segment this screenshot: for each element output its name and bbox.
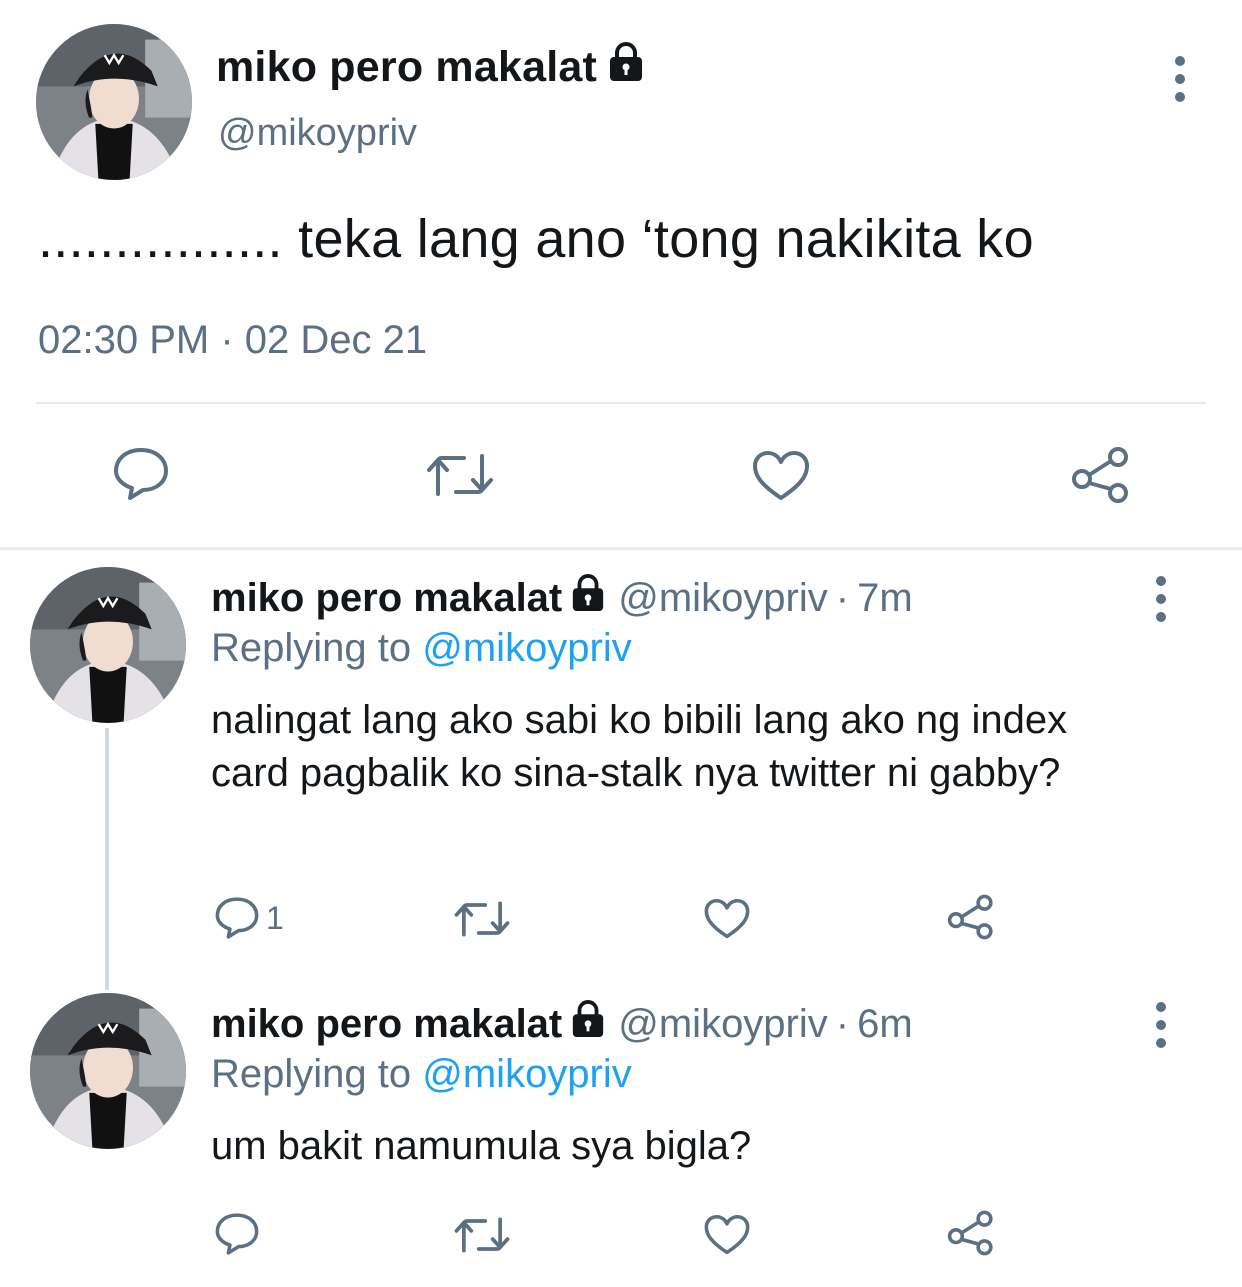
retweet-icon: [427, 454, 493, 496]
share-button[interactable]: [1070, 446, 1132, 504]
display-name[interactable]: miko pero makalat: [211, 1002, 562, 1047]
reply-count: 1: [266, 899, 284, 936]
handle[interactable]: @mikoypriv: [618, 1002, 828, 1047]
reply-icon: [215, 1213, 259, 1255]
more-options-icon[interactable]: [1153, 576, 1169, 630]
avatar[interactable]: [36, 24, 192, 180]
handle[interactable]: @mikoypriv: [218, 112, 417, 155]
more-options-icon[interactable]: [1153, 1002, 1169, 1056]
like-icon: [753, 451, 809, 500]
reply-button[interactable]: [214, 1212, 260, 1256]
share-button[interactable]: [946, 894, 996, 940]
reply-header: miko pero makalat @mikoypriv · 7m: [211, 574, 913, 622]
share-icon: [947, 1210, 993, 1256]
thread-line: [105, 728, 109, 990]
like-button[interactable]: [752, 450, 810, 502]
like-icon: [704, 1214, 750, 1255]
avatar[interactable]: [30, 567, 186, 723]
relative-time[interactable]: 7m: [857, 576, 913, 621]
reply-icon: [215, 897, 259, 939]
display-name[interactable]: miko pero makalat: [216, 42, 645, 93]
lock-icon: [570, 574, 606, 622]
separator: ·: [835, 1001, 850, 1046]
replying-to: Replying to @mikoypriv: [211, 626, 632, 670]
retweet-icon: [454, 1217, 510, 1253]
retweet-button[interactable]: [426, 450, 494, 500]
lock-icon: [607, 42, 645, 93]
mention-link[interactable]: @mikoypriv: [422, 626, 632, 670]
timestamp[interactable]: 02:30 PM · 02 Dec 21: [38, 318, 427, 363]
reply-button[interactable]: [112, 446, 170, 502]
share-button[interactable]: [946, 1210, 996, 1256]
handle[interactable]: @mikoypriv: [618, 576, 828, 621]
retweet-button[interactable]: [454, 898, 510, 940]
tweet-text: um bakit namumula sya bigla?: [211, 1124, 752, 1168]
like-button[interactable]: [704, 1214, 750, 1256]
retweet-icon: [454, 901, 510, 937]
relative-time[interactable]: 6m: [857, 1002, 913, 1047]
mention-link[interactable]: @mikoypriv: [422, 1052, 632, 1096]
divider: [0, 547, 1242, 550]
replying-to: Replying to @mikoypriv: [211, 1052, 632, 1096]
separator: ·: [835, 575, 850, 620]
reply-header: miko pero makalat @mikoypriv · 6m: [211, 1000, 913, 1048]
avatar[interactable]: [30, 993, 186, 1149]
more-options-icon[interactable]: [1172, 56, 1188, 110]
like-icon: [704, 898, 750, 939]
share-icon: [947, 894, 993, 940]
retweet-button[interactable]: [454, 1214, 510, 1256]
tweet-text: ................ teka lang ano ‘tong nak…: [38, 209, 1034, 269]
display-name[interactable]: miko pero makalat: [211, 576, 562, 621]
share-icon: [1072, 447, 1128, 503]
reply-button[interactable]: 1: [214, 896, 284, 940]
reply-icon: [114, 448, 168, 500]
tweet-text: nalingat lang ako sabi ko bibili lang ak…: [211, 698, 1068, 795]
like-button[interactable]: [704, 898, 750, 940]
divider: [36, 402, 1206, 404]
lock-icon: [570, 1000, 606, 1048]
